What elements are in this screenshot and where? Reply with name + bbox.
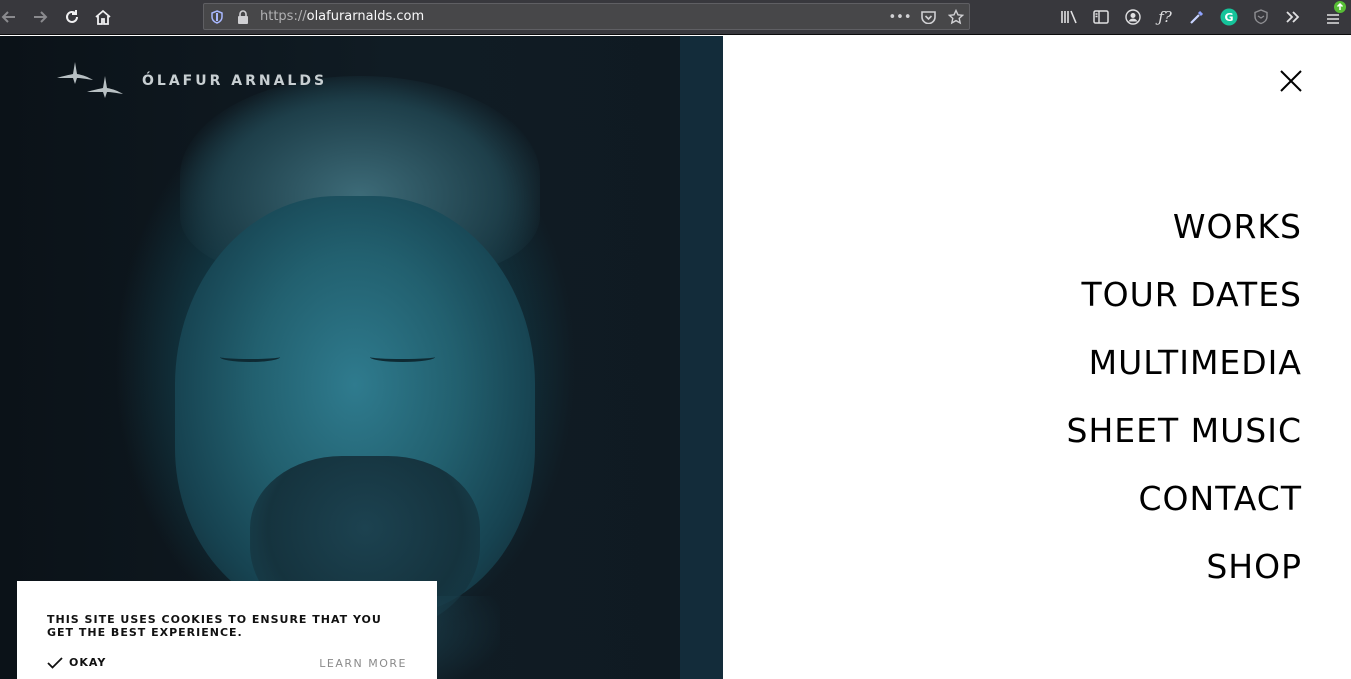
menu-item-works[interactable]: WORKS bbox=[1173, 207, 1302, 246]
account-icon[interactable] bbox=[1123, 7, 1143, 27]
menu-item-multimedia[interactable]: MULTIMEDIA bbox=[1089, 343, 1302, 382]
overflow-chevron-icon[interactable] bbox=[1283, 7, 1303, 27]
menu-item-contact[interactable]: CONTACT bbox=[1139, 479, 1303, 518]
tracking-shield-icon[interactable] bbox=[208, 8, 226, 26]
checkmark-icon bbox=[47, 656, 63, 669]
font-finder-icon[interactable]: ƒ? bbox=[1155, 7, 1175, 27]
pocket-icon[interactable] bbox=[919, 8, 937, 26]
page-actions-icon[interactable]: ••• bbox=[889, 8, 912, 26]
cookie-message: THIS SITE USES COOKIES TO ENSURE THAT YO… bbox=[47, 613, 382, 639]
privacy-badger-icon[interactable] bbox=[1251, 7, 1271, 27]
lock-icon[interactable] bbox=[234, 8, 252, 26]
url-text[interactable]: https://olafurarnalds.com bbox=[260, 9, 424, 24]
forward-arrow-icon[interactable] bbox=[29, 6, 51, 28]
sidebar-icon[interactable] bbox=[1091, 7, 1111, 27]
close-icon[interactable] bbox=[1278, 68, 1304, 94]
library-icon[interactable] bbox=[1059, 7, 1079, 27]
browser-toolbar: https://olafurarnalds.com ••• ƒ? G bbox=[0, 0, 1351, 35]
logo-text[interactable]: ÓLAFUR ARNALDS bbox=[142, 73, 327, 89]
menu-item-sheet-music[interactable]: SHEET MUSIC bbox=[1067, 411, 1302, 450]
menu-item-shop[interactable]: SHOP bbox=[1206, 547, 1302, 586]
cookie-okay-button[interactable]: OKAY bbox=[47, 656, 106, 669]
cookie-okay-label: OKAY bbox=[69, 656, 107, 669]
svg-text:G: G bbox=[1224, 11, 1233, 24]
color-picker-icon[interactable] bbox=[1187, 7, 1207, 27]
back-arrow-icon[interactable] bbox=[0, 6, 20, 28]
birds-logo-icon bbox=[57, 62, 123, 98]
reload-icon[interactable] bbox=[61, 6, 83, 28]
cookie-banner: THIS SITE USES COOKIES TO ENSURE THAT YO… bbox=[17, 581, 437, 679]
site-logo[interactable] bbox=[55, 58, 130, 106]
url-bar[interactable]: https://olafurarnalds.com ••• bbox=[203, 3, 970, 30]
grammarly-icon[interactable]: G bbox=[1219, 7, 1239, 27]
update-badge-icon bbox=[1334, 1, 1346, 13]
bookmark-star-icon[interactable] bbox=[947, 8, 965, 26]
menu-item-tour-dates[interactable]: TOUR DATES bbox=[1081, 275, 1302, 314]
cookie-learn-more-link[interactable]: LEARN MORE bbox=[319, 657, 407, 670]
home-icon[interactable] bbox=[92, 6, 114, 28]
